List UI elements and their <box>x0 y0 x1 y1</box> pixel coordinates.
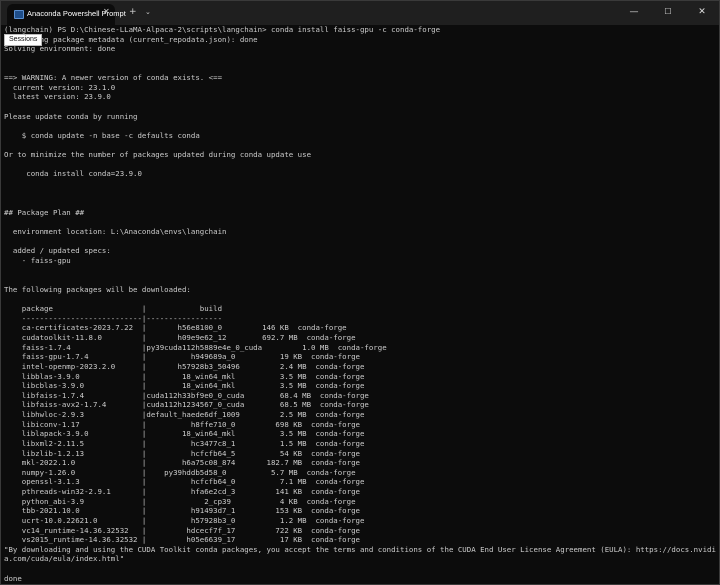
chevron-down-icon[interactable]: ⌄ <box>145 5 151 19</box>
terminal-line: ==> WARNING: A newer version of conda ex… <box>4 73 223 83</box>
terminal-line: ---------------------------|------------… <box>4 313 223 323</box>
terminal-line: libfaiss-1.7.4 |cuda112h33bf9e0_0_cuda 6… <box>4 390 369 400</box>
tab-close-icon[interactable]: ✕ <box>103 7 110 16</box>
sessions-tooltip: Sessions <box>4 34 43 46</box>
terminal-line: vc14_runtime-14.36.32532 | hdcecf7f_17 7… <box>4 525 360 535</box>
minimize-button[interactable]: — <box>617 1 651 25</box>
new-tab-button[interactable]: + <box>129 5 137 19</box>
terminal-line: The following packages will be downloade… <box>4 284 191 294</box>
terminal-line: latest version: 23.9.0 <box>4 92 111 102</box>
terminal-line: tbb-2021.10.0 | h91493d7_1 153 KB conda-… <box>4 506 360 516</box>
powershell-icon <box>14 10 24 19</box>
terminal-line: libxml2-2.11.5 | hc3477c8_1 1.5 MB conda… <box>4 438 365 448</box>
terminal-line: done <box>4 573 22 583</box>
terminal-line: (langchain) PS D:\Chinese-LLaMA-Alpaca-2… <box>4 583 267 584</box>
terminal-line: environment location: L:\Anaconda\envs\l… <box>4 227 227 237</box>
terminal-line: libfaiss-avx2-1.7.4 |cuda112h1234567_0_c… <box>4 400 369 410</box>
terminal-line: libzlib-1.2.13 | hcfcfb64_5 54 KB conda-… <box>4 448 360 458</box>
terminal-line: ## Package Plan ## <box>4 207 85 217</box>
terminal-line: intel-openmp-2023.2.0 | h57928b3_50496 2… <box>4 361 365 371</box>
terminal-line: conda install conda=23.9.0 <box>4 169 142 179</box>
terminal-line: numpy-1.26.0 | py39hddb5d58_0 5.7 MB con… <box>4 467 356 477</box>
tab-anaconda-powershell-prompt[interactable]: Anaconda Powershell Prompt ✕ <box>7 4 126 25</box>
terminal-line: "By downloading and using the CUDA Toolk… <box>4 544 716 554</box>
terminal-line: faiss-gpu-1.7.4 | h949689a_0 19 KB conda… <box>4 352 360 362</box>
terminal-line: libhwloc-2.9.3 |default_haede6df_1009 2.… <box>4 410 365 419</box>
title-bar: Anaconda Powershell Prompt ✕ + ⌄ — ☐ ✕ <box>1 1 719 25</box>
terminal-line: vs2015_runtime-14.36.32532 | h05e6639_17… <box>4 535 360 545</box>
terminal-line: current version: 23.1.0 <box>4 82 116 92</box>
maximize-button[interactable]: ☐ <box>651 1 685 25</box>
terminal-window: Anaconda Powershell Prompt ✕ + ⌄ — ☐ ✕ (… <box>0 0 720 585</box>
terminal-line: cudatoolkit-11.8.0 | h09e9e62_12 692.7 M… <box>4 333 356 342</box>
terminal-line: - faiss-gpu <box>4 256 71 265</box>
terminal-line: openssl-3.1.3 | hcfcfb64_0 7.1 MB conda-… <box>4 477 365 487</box>
terminal-line: a.com/cuda/eula/index.html" <box>4 554 125 564</box>
terminal-line: liblapack-3.9.0 | 18_win64_mkl 3.5 MB co… <box>4 429 365 439</box>
terminal-line: mkl-2022.1.0 | h6a75c08_874 182.7 MB con… <box>4 458 360 468</box>
terminal-line: (langchain) PS D:\Chinese-LLaMA-Alpaca-2… <box>4 25 441 34</box>
terminal-output[interactable]: (langchain) PS D:\Chinese-LLaMA-Alpaca-2… <box>4 25 718 584</box>
terminal-line: libiconv-1.17 | h8ffe710_0 698 KB conda-… <box>4 419 360 429</box>
terminal-line: ucrt-10.0.22621.0 | h57928b3_0 1.2 MB co… <box>4 515 365 525</box>
terminal-line: added / updated specs: <box>4 246 111 256</box>
terminal-line: libblas-3.9.0 | 18_win64_mkl 3.5 MB cond… <box>4 371 365 381</box>
terminal-line: ca-certificates-2023.7.22 | h56e8100_0 1… <box>4 323 347 333</box>
terminal-line: Please update conda by running <box>4 111 138 121</box>
close-button[interactable]: ✕ <box>685 1 719 25</box>
terminal-line: package | build <box>4 304 223 314</box>
terminal-line: faiss-1.7.4 |py39cuda112h5889e4e_0_cuda … <box>4 342 387 352</box>
terminal-text: (langchain) PS D:\Chinese-LLaMA-Alpaca-2… <box>4 25 718 584</box>
terminal-line: pthreads-win32-2.9.1 | hfa6e2cd_3 141 KB… <box>4 487 360 496</box>
terminal-line: Or to minimize the number of packages up… <box>4 150 312 160</box>
terminal-line: libcblas-3.9.0 | 18_win64_mkl 3.5 MB con… <box>4 381 365 391</box>
terminal-line: python_abi-3.9 | 2_cp39 4 KB conda-forge <box>4 496 356 506</box>
terminal-line: $ conda update -n base -c defaults conda <box>4 130 200 140</box>
tab-title: Anaconda Powershell Prompt <box>27 9 126 18</box>
